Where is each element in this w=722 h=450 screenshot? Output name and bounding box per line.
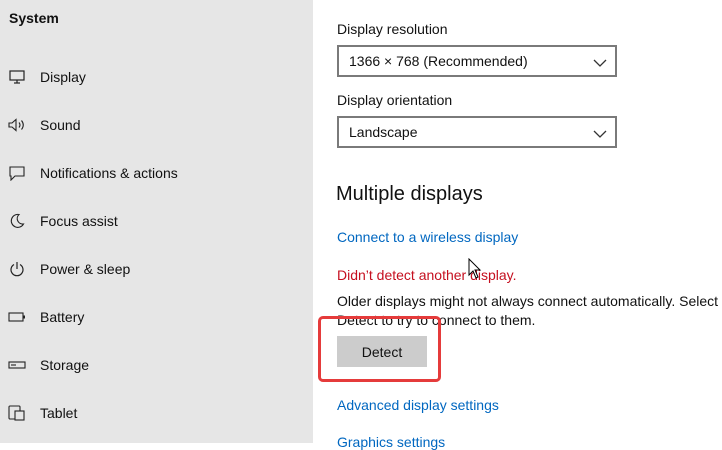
sidebar-item-display[interactable]: Display bbox=[0, 53, 313, 101]
sidebar-title: System bbox=[9, 10, 59, 26]
graphics-settings-link[interactable]: Graphics settings bbox=[337, 434, 445, 450]
resolution-label: Display resolution bbox=[337, 21, 448, 37]
multiple-displays-heading: Multiple displays bbox=[336, 183, 483, 205]
settings-content: Display resolution 1366 × 768 (Recommend… bbox=[313, 0, 722, 450]
sidebar-item-label: Storage bbox=[40, 357, 90, 373]
monitor-icon bbox=[8, 68, 26, 86]
resolution-value: 1366 × 768 (Recommended) bbox=[349, 53, 528, 69]
sidebar-item-label: Battery bbox=[40, 309, 85, 325]
sidebar-item-label: Focus assist bbox=[40, 213, 118, 229]
sidebar-item-label: Display bbox=[40, 69, 86, 85]
sidebar-item-notifications[interactable]: Notifications & actions bbox=[0, 149, 313, 197]
sidebar-item-power-sleep[interactable]: Power & sleep bbox=[0, 245, 313, 293]
sidebar-item-label: Notifications & actions bbox=[40, 165, 178, 181]
detect-error-text: Didn’t detect another display. bbox=[337, 267, 517, 283]
sidebar-item-battery[interactable]: Battery bbox=[0, 293, 313, 341]
chevron-down-icon bbox=[593, 126, 607, 138]
resolution-dropdown[interactable]: 1366 × 768 (Recommended) bbox=[337, 45, 617, 77]
orientation-value: Landscape bbox=[349, 124, 418, 140]
tablet-icon bbox=[8, 404, 26, 422]
sidebar-item-sound[interactable]: Sound bbox=[0, 101, 313, 149]
sidebar-item-label: Tablet bbox=[40, 405, 78, 421]
sidebar-item-label: Power & sleep bbox=[40, 261, 131, 277]
speaker-icon bbox=[8, 116, 26, 134]
sidebar-item-focus-assist[interactable]: Focus assist bbox=[0, 197, 313, 245]
advanced-display-settings-link[interactable]: Advanced display settings bbox=[337, 397, 499, 413]
moon-icon bbox=[8, 212, 26, 230]
battery-icon bbox=[8, 308, 26, 326]
chevron-down-icon bbox=[593, 55, 607, 67]
power-icon bbox=[8, 260, 26, 278]
orientation-label: Display orientation bbox=[337, 92, 453, 108]
notification-icon bbox=[8, 164, 26, 182]
storage-icon bbox=[8, 356, 26, 374]
mouse-cursor-icon bbox=[468, 257, 482, 280]
sidebar-item-storage[interactable]: Storage bbox=[0, 341, 313, 389]
orientation-dropdown[interactable]: Landscape bbox=[337, 116, 617, 148]
sidebar: System Display Sound Notifications & act… bbox=[0, 0, 313, 443]
connect-wireless-display-link[interactable]: Connect to a wireless display bbox=[337, 229, 518, 245]
detect-button[interactable]: Detect bbox=[337, 336, 427, 367]
sidebar-item-label: Sound bbox=[40, 117, 81, 133]
sidebar-item-tablet[interactable]: Tablet bbox=[0, 389, 313, 437]
